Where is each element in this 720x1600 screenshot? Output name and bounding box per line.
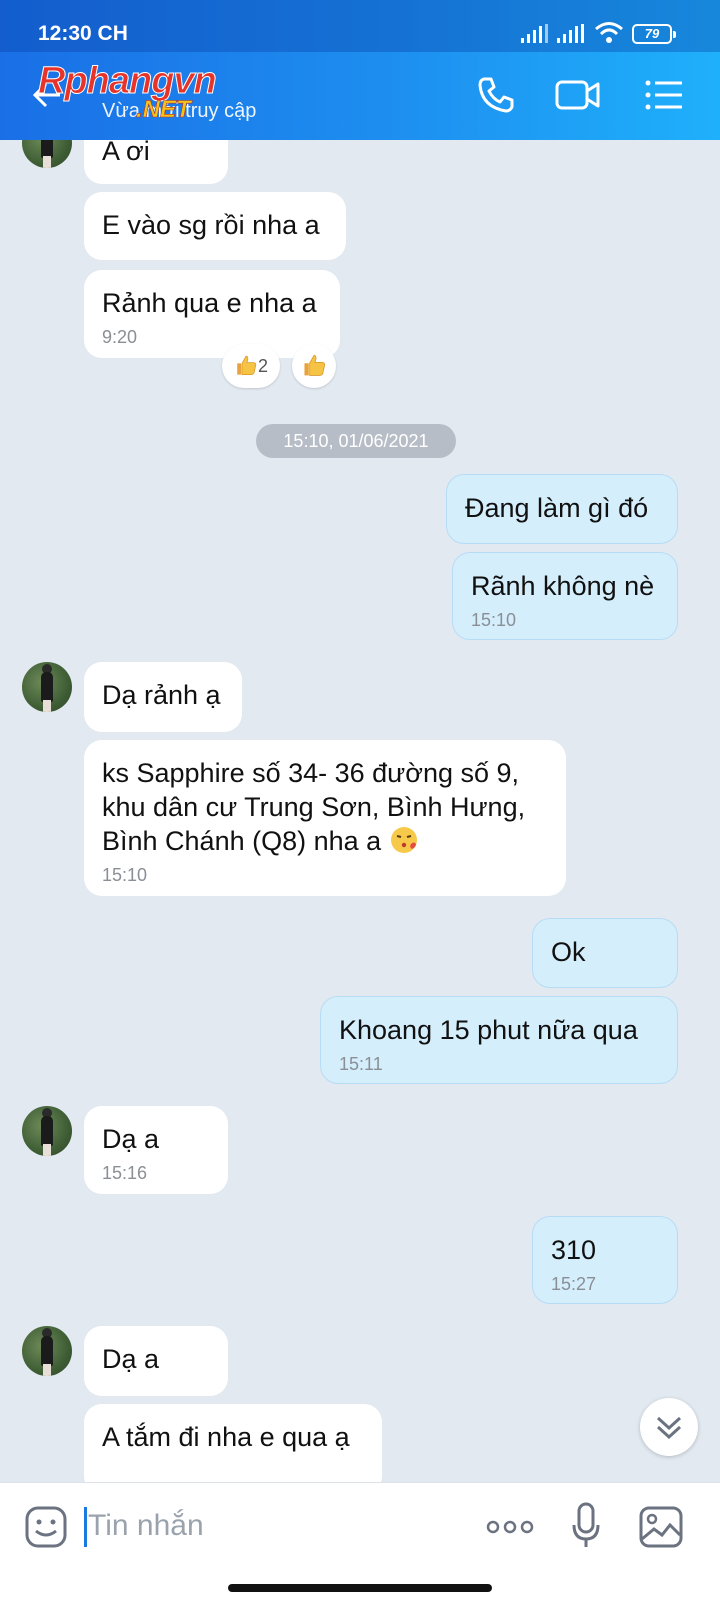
kissing-face-emoji-icon: [390, 827, 417, 853]
message-text: A ơi: [102, 140, 150, 166]
home-indicator[interactable]: [228, 1584, 492, 1592]
image-gallery-icon[interactable]: [638, 1505, 684, 1549]
message-bubble-sent[interactable]: Khoang 15 phut nữa qua 15:11: [320, 996, 678, 1084]
message-bubble-received[interactable]: A ơi: [84, 140, 228, 184]
message-text: Đang làm gì đó: [465, 493, 649, 523]
message-text: Dạ a: [102, 1124, 160, 1154]
message-text-line: Bình Chánh (Q8) nha a: [102, 826, 382, 856]
message-text: Dạ rảnh ạ: [102, 680, 221, 710]
message-list[interactable]: A ơi E vào sg rồi nha a Rảnh qua e nha a…: [0, 140, 720, 1482]
wifi-icon: [595, 22, 623, 43]
contact-avatar[interactable]: [22, 1326, 72, 1376]
message-bubble-sent[interactable]: Rãnh không nè 15:10: [452, 552, 678, 640]
message-time: 9:20: [102, 327, 138, 347]
menu-list-icon[interactable]: [644, 75, 684, 115]
status-time: 12:30 CH: [38, 22, 128, 45]
thumbs-up-icon: [237, 355, 257, 375]
video-call-icon[interactable]: [554, 75, 602, 115]
message-text: 310: [551, 1235, 597, 1265]
scroll-to-bottom-button[interactable]: [640, 1398, 698, 1456]
message-composer: Tin nhắn: [0, 1482, 720, 1571]
sticker-emoji-icon[interactable]: [24, 1505, 68, 1549]
more-options-icon[interactable]: [486, 1517, 534, 1537]
text-cursor: [84, 1507, 87, 1547]
battery-indicator: 79: [632, 24, 676, 44]
status-bar: 12:30 CH 79: [0, 0, 720, 52]
reaction-count: 2: [257, 356, 268, 376]
contact-avatar[interactable]: [22, 140, 72, 168]
message-bubble-received[interactable]: ks Sapphire số 34- 36 đường số 9, khu dâ…: [84, 740, 566, 896]
add-reaction-button[interactable]: [292, 344, 336, 388]
message-text: Khoang 15 phut nữa qua: [339, 1015, 638, 1045]
message-bubble-sent[interactable]: Ok: [532, 918, 678, 988]
message-text: Rảnh qua e nha a: [102, 288, 317, 318]
message-bubble-sent[interactable]: Đang làm gì đó: [446, 474, 678, 544]
signal-icon: [521, 24, 548, 43]
message-text: Rãnh không nè: [471, 571, 655, 601]
watermark-suffix: .NET: [136, 96, 191, 124]
signal-icon: [557, 24, 584, 43]
message-time: 15:10: [471, 610, 517, 630]
double-chevron-down-icon: [656, 1416, 682, 1440]
message-text: Ok: [551, 937, 586, 967]
message-bubble-sent[interactable]: 310 15:27: [532, 1216, 678, 1304]
phone-call-icon[interactable]: [476, 75, 516, 115]
message-text-line: khu dân cư Trung Sơn, Bình Hưng,: [102, 792, 526, 822]
message-time: 15:16: [102, 1163, 148, 1183]
message-bubble-received[interactable]: Dạ rảnh ạ: [84, 662, 242, 732]
message-bubble-received[interactable]: A tắm đi nha e qua ạ: [84, 1404, 382, 1482]
contact-avatar[interactable]: [22, 1106, 72, 1156]
microphone-icon[interactable]: [570, 1501, 602, 1551]
message-time: 15:11: [339, 1054, 383, 1074]
message-input[interactable]: Tin nhắn: [88, 1509, 204, 1543]
chat-header: 12:30 CH 79 Rphangvn Vừa mới truy cập .N…: [0, 0, 720, 140]
message-time: 15:27: [551, 1274, 597, 1294]
reaction-count-badge[interactable]: 2: [222, 344, 280, 388]
message-bubble-received[interactable]: Dạ a 15:16: [84, 1106, 228, 1194]
message-text: A tắm đi nha e qua ạ: [102, 1422, 350, 1452]
message-text: E vào sg rồi nha a: [102, 210, 320, 240]
message-time: 15:10: [102, 865, 148, 885]
date-separator: 15:10, 01/06/2021: [256, 424, 456, 458]
contact-avatar[interactable]: [22, 662, 72, 712]
message-bubble-received[interactable]: Dạ a: [84, 1326, 228, 1396]
thumbs-up-icon: [304, 355, 326, 376]
message-bubble-received[interactable]: Rảnh qua e nha a 9:20: [84, 270, 340, 358]
message-text: Dạ a: [102, 1344, 160, 1374]
message-text-line: ks Sapphire số 34- 36 đường số 9,: [102, 758, 520, 788]
message-bubble-received[interactable]: E vào sg rồi nha a: [84, 192, 346, 260]
